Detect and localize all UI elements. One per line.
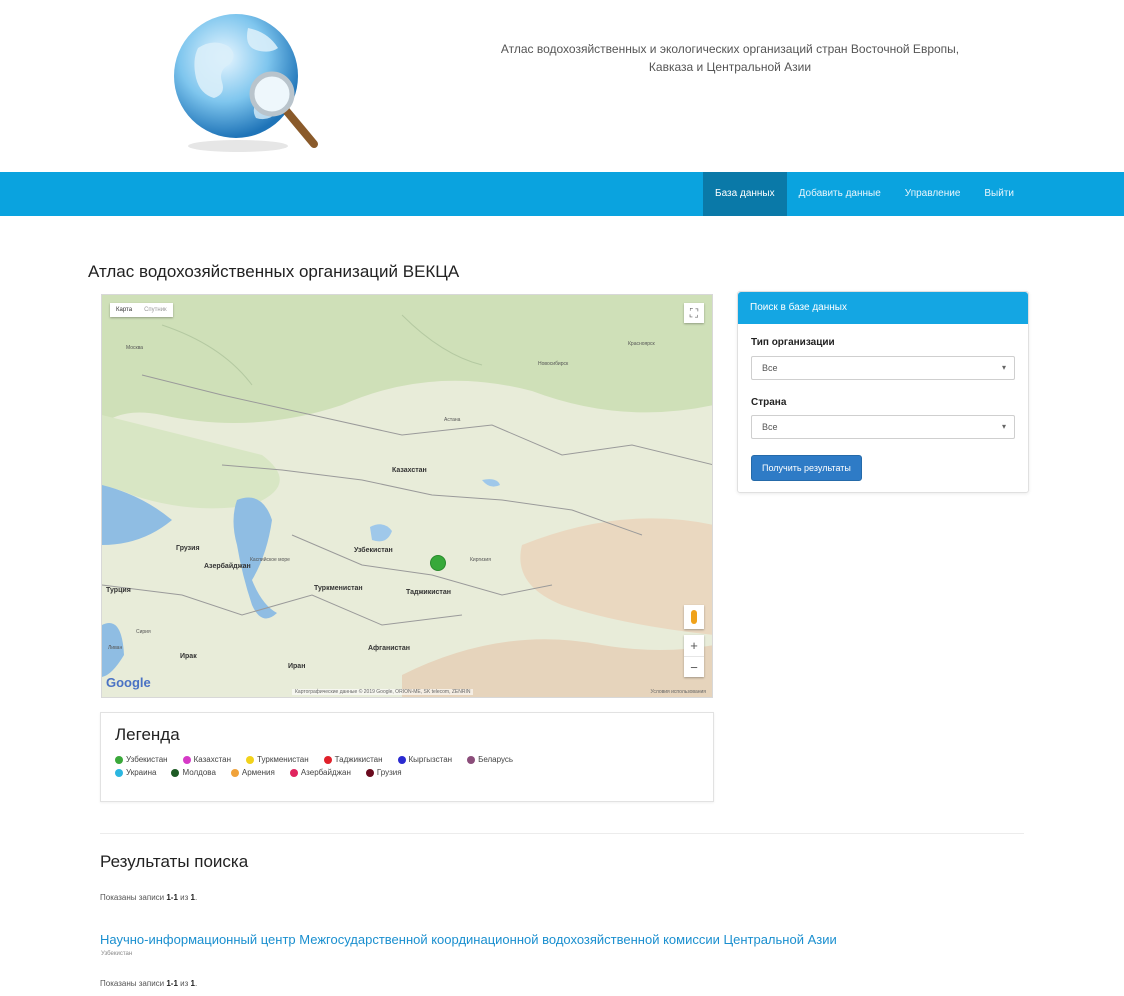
org-type-select[interactable]: Все ▾ [751,356,1015,380]
site-title: Атлас водохозяйственных и экологических … [400,40,1060,76]
legend-dot-icon [171,768,180,777]
map-label-syria: Сирия [136,629,151,635]
search-panel: Поиск в базе данных Тип организации Все … [737,291,1029,493]
map-label-moscow: Москва [126,345,144,351]
legend-item: Армения [230,768,275,777]
map-marker-uzbekistan[interactable] [430,555,446,571]
map-terms-link[interactable]: Условия использования [651,689,707,695]
map-terrain [102,295,712,697]
nav-logout[interactable]: Выйти [972,172,1026,216]
map-type-satellite[interactable]: Спутник [138,303,173,317]
legend-item: Туркменистан [246,755,309,764]
legend-item: Азербайджан [289,768,351,777]
map-label-tajikistan: Таджикистан [406,589,451,596]
zoom-controls: + − [684,635,704,677]
map-label-azerbaijan: Азербайджан [204,563,251,570]
results-count-top: Показаны записи 1-1 из 1. [100,893,198,902]
site-title-line1: Атлас водохозяйственных и экологических … [500,42,960,56]
legend-item: Беларусь [467,755,513,764]
legend-dot-icon [467,755,476,764]
result-item-country: Узбекистан [101,951,133,957]
map-label-iran: Иран [288,663,306,670]
map-label-turkmenistan: Туркменистан [314,585,363,592]
map-label-novosibirsk: Новосибирск [538,361,569,367]
nav-manage[interactable]: Управление [893,172,973,216]
nav-add-data[interactable]: Добавить данные [787,172,893,216]
fullscreen-icon[interactable]: ⛶ [684,303,704,323]
legend-item: Таджикистан [323,755,383,764]
legend-dot-icon [323,755,332,764]
site-header: Атлас водохозяйственных и экологических … [0,0,1124,172]
map-legend: Легенда Узбекистан Казахстан Туркмениста… [100,712,714,802]
result-item-link[interactable]: Научно-информационный центр Межгосударст… [100,932,837,947]
google-logo: Google [106,675,151,690]
map-label-krasnoyarsk: Красноярск [628,341,655,347]
legend-dot-icon [397,755,406,764]
legend-item: Молдова [171,768,216,777]
main-navbar: База данных Добавить данные Управление В… [0,172,1124,216]
map-label-kazakhstan: Казахстан [392,467,427,474]
legend-dot-icon [115,768,123,777]
get-results-button[interactable]: Получить результаты [751,455,862,481]
results-count-bottom: Показаны записи 1-1 из 1. [100,979,198,988]
map-label-lebanon: Ливан [108,645,123,651]
map-label-georgia: Грузия [176,545,200,552]
street-view-pegman-icon[interactable] [684,605,704,629]
org-type-value: Все [762,363,778,373]
search-panel-heading: Поиск в базе данных [738,292,1028,324]
nav-database[interactable]: База данных [703,172,787,216]
legend-item: Узбекистан [115,755,168,764]
org-type-label: Тип организации [751,337,835,348]
organization-map[interactable]: Москва Новосибирск Красноярск Астана Каз… [101,294,713,698]
legend-item: Казахстан [182,755,231,764]
legend-row-2: Украина Молдова Армения Азербайджан Груз… [115,768,417,777]
map-credit: Картографические данные © 2019 Google, O… [292,689,474,695]
zoom-in-button[interactable]: + [684,635,704,656]
legend-row-1: Узбекистан Казахстан Туркменистан Таджик… [115,755,528,764]
legend-dot-icon [246,755,255,764]
legend-dot-icon [115,755,123,764]
site-title-line2: Кавказа и Центральной Азии [648,60,812,74]
results-title: Результаты поиска [100,852,249,871]
legend-title: Легенда [115,725,180,744]
country-value: Все [762,422,778,432]
legend-item: Кыргызстан [397,755,452,764]
country-select[interactable]: Все ▾ [751,415,1015,439]
legend-dot-icon [365,768,374,777]
page-title: Атлас водохозяйственных организаций ВЕКЦ… [88,262,460,281]
country-label: Страна [751,397,787,408]
legend-dot-icon [289,768,298,777]
map-label-kyrgyzstan: Киргизия [470,557,491,563]
chevron-down-icon: ▾ [1001,363,1006,372]
map-label-uzbekistan: Узбекистан [354,547,393,554]
map-type-map[interactable]: Карта [110,303,138,317]
map-label-astana: Астана [444,417,461,423]
legend-item: Грузия [365,768,402,777]
divider [100,833,1024,834]
legend-dot-icon [230,768,239,777]
map-label-iraq: Ирак [180,653,197,660]
map-label-afghanistan: Афганистан [368,645,410,652]
legend-item: Украина [115,768,156,777]
map-label-turkey: Турция [106,587,131,594]
map-type-toggle: Карта Спутник [110,303,173,317]
chevron-down-icon: ▾ [1001,422,1006,431]
legend-dot-icon [182,755,191,764]
map-label-caspian: Каспийское море [250,557,290,563]
globe-logo-icon [174,14,318,152]
zoom-out-button[interactable]: − [684,656,704,677]
